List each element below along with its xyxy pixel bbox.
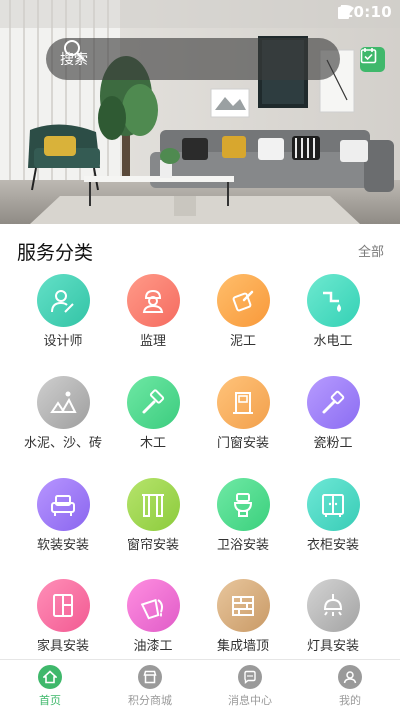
service-item-furniture[interactable]: 家具安装 bbox=[18, 579, 108, 654]
living-room-photo bbox=[0, 0, 400, 224]
service-item-painter[interactable]: 油漆工 bbox=[108, 579, 198, 654]
view-all-link[interactable]: 全部 bbox=[358, 241, 384, 260]
nav-home[interactable]: 首页 bbox=[0, 660, 100, 712]
service-icon-bg bbox=[126, 579, 180, 632]
service-label: 泥工 bbox=[229, 334, 256, 349]
service-label: 水电工 bbox=[313, 334, 353, 349]
service-label: 家具安装 bbox=[36, 639, 89, 654]
service-label: 门窗安装 bbox=[216, 436, 269, 451]
service-icon-bg bbox=[126, 478, 180, 531]
status-bar: 10:10 bbox=[0, 0, 400, 24]
service-icon-bg bbox=[216, 376, 270, 429]
service-icon-bg bbox=[306, 376, 360, 429]
sofa-icon bbox=[51, 494, 75, 516]
service-label: 集成墙顶 bbox=[216, 639, 269, 654]
door-icon bbox=[233, 391, 253, 414]
lamp-icon bbox=[323, 593, 343, 616]
service-item-bathroom[interactable]: 卫浴安装 bbox=[198, 478, 288, 553]
service-icon-bg bbox=[306, 274, 360, 327]
paint-bucket-icon bbox=[140, 598, 163, 619]
nav-label: 消息中心 bbox=[228, 694, 272, 707]
service-icon-bg bbox=[36, 376, 90, 429]
service-item-electrician[interactable]: 水电工 bbox=[288, 274, 378, 349]
search-bar[interactable]: 搜索 bbox=[46, 38, 340, 80]
service-item-supervisor[interactable]: 监理 bbox=[108, 274, 198, 349]
message-icon bbox=[238, 665, 262, 689]
service-label: 油漆工 bbox=[133, 639, 173, 654]
service-label: 软装安装 bbox=[36, 538, 89, 553]
home-icon bbox=[38, 665, 62, 689]
designer-icon bbox=[51, 289, 74, 313]
service-item-door-window[interactable]: 门窗安装 bbox=[198, 376, 288, 451]
service-item-tile-powder[interactable]: 瓷粉工 bbox=[288, 376, 378, 451]
service-category-header: 服务分类 全部 bbox=[0, 224, 400, 272]
nav-label: 我的 bbox=[339, 694, 361, 707]
user-icon bbox=[338, 665, 362, 689]
checkin-button[interactable] bbox=[360, 47, 385, 72]
service-icon-bg bbox=[216, 274, 270, 327]
trowel-icon bbox=[232, 290, 254, 311]
plumbing-icon bbox=[323, 291, 341, 312]
wardrobe-icon bbox=[322, 493, 344, 517]
nav-label: 首页 bbox=[39, 694, 61, 707]
service-label: 窗帘安装 bbox=[126, 538, 179, 553]
service-icon-bg bbox=[36, 579, 90, 632]
service-icon-bg bbox=[216, 579, 270, 632]
curtain-icon bbox=[142, 493, 164, 517]
supervisor-icon bbox=[142, 289, 164, 313]
service-label: 监理 bbox=[139, 334, 166, 349]
hero-banner[interactable]: 10:10 搜索 bbox=[0, 0, 400, 224]
service-icon-bg bbox=[36, 274, 90, 327]
section-title: 服务分类 bbox=[17, 242, 94, 264]
cement-icon bbox=[50, 391, 77, 413]
service-label: 设计师 bbox=[43, 334, 83, 349]
scraper-icon bbox=[322, 390, 345, 413]
service-item-carpenter[interactable]: 木工 bbox=[108, 376, 198, 451]
service-icon-bg bbox=[36, 478, 90, 531]
service-label: 衣柜安装 bbox=[306, 538, 359, 553]
nav-points-store[interactable]: 积分商城 bbox=[100, 660, 200, 712]
wall-bricks-icon bbox=[232, 595, 254, 616]
service-item-mason[interactable]: 泥工 bbox=[198, 274, 288, 349]
nav-label: 积分商城 bbox=[128, 694, 172, 707]
store-icon bbox=[138, 665, 162, 689]
hammer-icon bbox=[142, 388, 165, 413]
toilet-icon bbox=[233, 492, 253, 517]
search-icon bbox=[64, 40, 85, 61]
service-label: 卫浴安装 bbox=[216, 538, 269, 553]
service-label: 瓷粉工 bbox=[313, 436, 353, 451]
nav-messages[interactable]: 消息中心 bbox=[200, 660, 300, 712]
calendar-check-icon bbox=[360, 48, 377, 64]
status-time: 10:10 bbox=[342, 3, 392, 21]
bottom-navigation: 首页 积分商城 消息中心 我的 bbox=[0, 659, 400, 712]
service-label: 灯具安装 bbox=[306, 639, 359, 654]
service-icon-bg bbox=[306, 579, 360, 632]
service-icon-bg bbox=[126, 274, 180, 327]
service-item-soft-furnishing[interactable]: 软装安装 bbox=[18, 478, 108, 553]
cabinet-icon bbox=[53, 593, 73, 617]
nav-profile[interactable]: 我的 bbox=[300, 660, 400, 712]
service-item-wardrobe[interactable]: 衣柜安装 bbox=[288, 478, 378, 553]
service-icon-bg bbox=[306, 478, 360, 531]
service-label: 木工 bbox=[139, 436, 166, 451]
service-item-wall-ceiling[interactable]: 集成墙顶 bbox=[198, 579, 288, 654]
service-label: 水泥、沙、砖 bbox=[23, 436, 102, 451]
service-item-cement[interactable]: 水泥、沙、砖 bbox=[18, 376, 108, 451]
service-item-lighting[interactable]: 灯具安装 bbox=[288, 579, 378, 654]
service-icon-bg bbox=[126, 376, 180, 429]
service-item-designer[interactable]: 设计师 bbox=[18, 274, 108, 349]
service-item-curtain[interactable]: 窗帘安装 bbox=[108, 478, 198, 553]
service-icon-bg bbox=[216, 478, 270, 531]
